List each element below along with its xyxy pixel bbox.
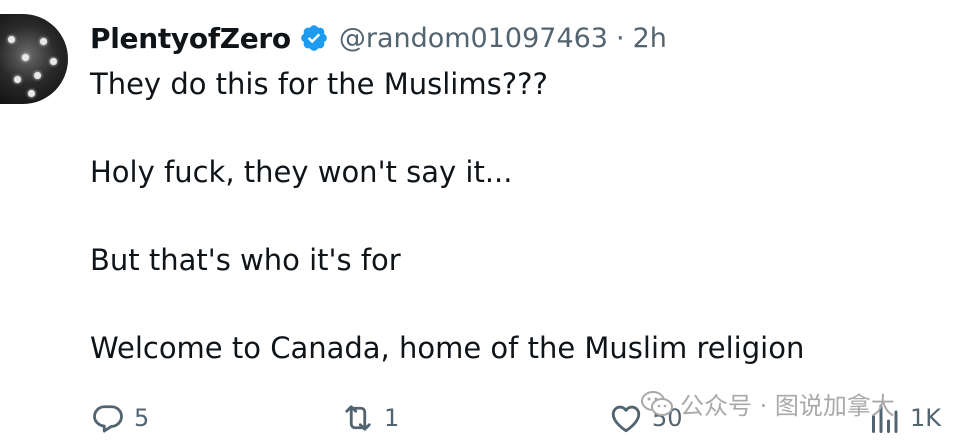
reply-icon (93, 405, 123, 433)
avatar[interactable] (0, 14, 68, 104)
tweet-paragraph: But that's who it's for (90, 243, 401, 277)
like-icon (611, 405, 641, 433)
retweet-button[interactable]: 1 (340, 400, 399, 436)
author-display-name[interactable]: PlentyofZero (90, 22, 291, 55)
tweet-paragraph: Holy fuck, they won't say it... (90, 155, 513, 189)
views-count: 1K (910, 404, 942, 432)
tweet-paragraph: They do this for the Muslims??? (90, 67, 548, 101)
reply-count: 5 (134, 404, 150, 432)
tweet-paragraph: Welcome to Canada, home of the Muslim re… (90, 331, 805, 365)
tweet-timestamp[interactable]: 2h (633, 23, 667, 54)
header-separator: · (616, 22, 625, 54)
retweet-count: 1 (384, 404, 400, 432)
watermark: 公众号 · 图说加拿大 (640, 386, 895, 421)
wechat-icon (641, 390, 673, 416)
verified-badge-icon[interactable] (299, 23, 329, 53)
retweet-icon (345, 405, 371, 431)
tweet-header: PlentyofZero @random01097463 · 2h (90, 16, 667, 60)
tweet-text: They do this for the Muslims??? Holy fuc… (90, 62, 910, 370)
author-handle[interactable]: @random01097463 (339, 23, 608, 54)
watermark-text: 公众号 · 图说加拿大 (680, 392, 895, 420)
reply-button[interactable]: 5 (90, 400, 149, 436)
